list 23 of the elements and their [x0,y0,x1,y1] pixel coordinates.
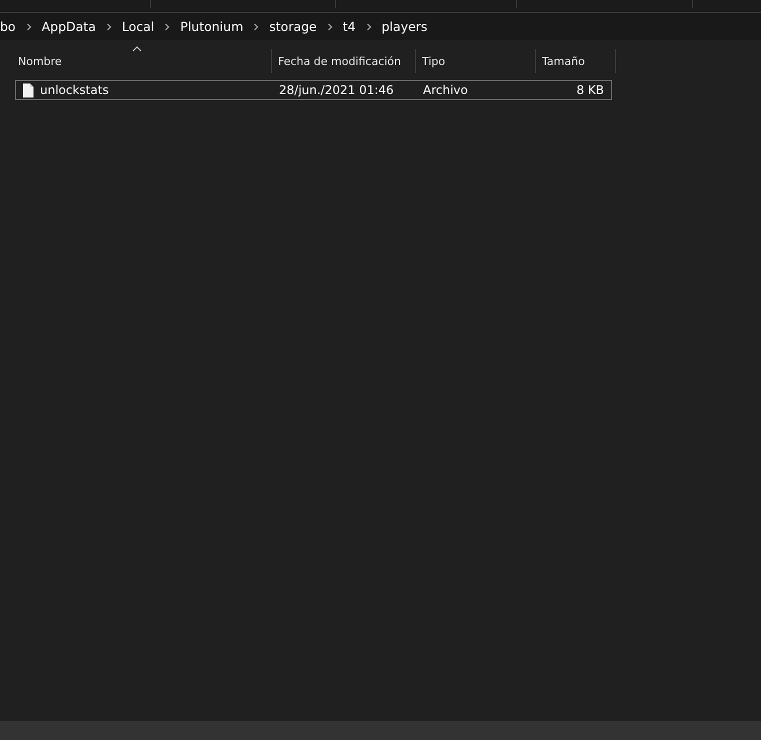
file-name: unlockstats [40,83,109,97]
file-icon [22,82,34,98]
modified-date: 28/jun./2021 01:46 [279,83,394,97]
breadcrumb-item[interactable]: storage [269,19,317,34]
column-header[interactable]: Nombre [12,49,272,73]
breadcrumb-item[interactable]: Local [122,19,154,34]
breadcrumb-item[interactable]: bo [0,19,16,34]
breadcrumb-item[interactable]: players [382,19,428,34]
chevron-right-icon[interactable] [163,22,172,30]
chevron-right-icon[interactable] [364,22,373,30]
file-row[interactable]: unlockstats 28/jun./2021 01:46 Archivo 8 KB [15,80,612,100]
breadcrumb-item[interactable]: Plutonium [180,19,244,34]
column-header[interactable]: Fecha de modificación [272,49,416,73]
breadcrumb-item[interactable]: AppData [42,19,96,34]
breadcrumb-item[interactable]: t4 [342,19,356,34]
chevron-right-icon[interactable] [24,22,33,30]
chevron-right-icon[interactable] [326,22,334,30]
file-size: 8 KB [576,83,604,97]
column-header[interactable]: Tamaño [536,49,616,73]
column-header[interactable]: Tipo [416,49,536,73]
chevron-right-icon[interactable] [252,22,260,30]
file-type: Archivo [423,83,468,97]
chevron-right-icon[interactable] [104,22,113,30]
